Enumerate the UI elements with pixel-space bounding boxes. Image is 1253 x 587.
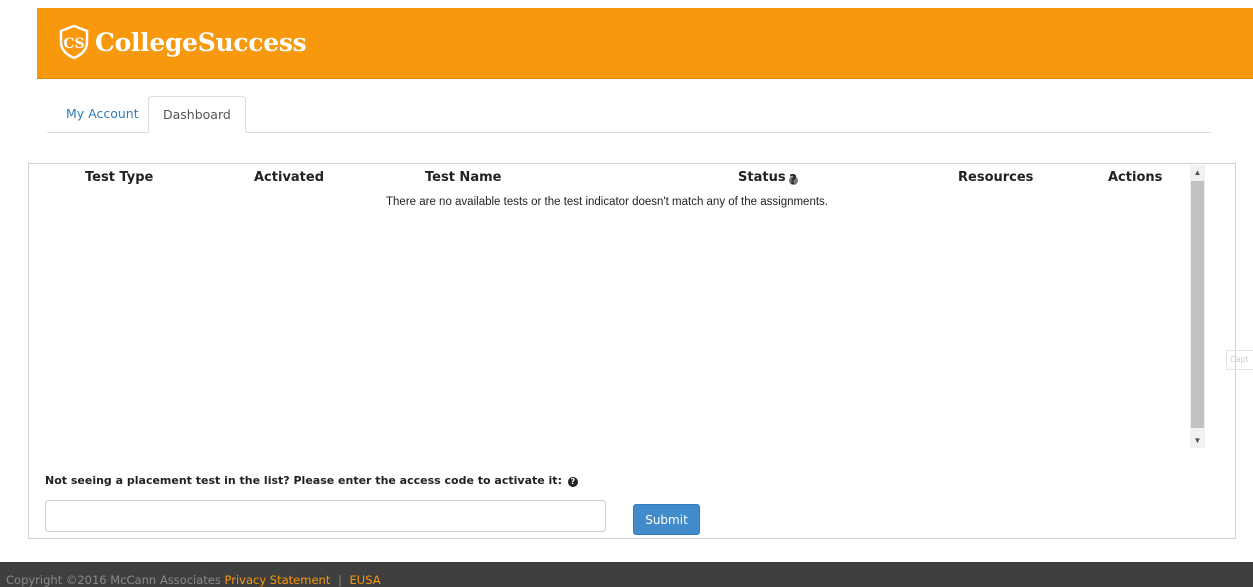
- scroll-up-arrow-icon[interactable]: ▲: [1190, 165, 1205, 180]
- svg-text:CS: CS: [63, 36, 84, 52]
- copyright-text: Copyright ©2016 McCann Associates: [6, 573, 221, 587]
- app-header: CS CollegeSuccess: [37, 8, 1253, 79]
- footer-separator: |: [337, 573, 342, 587]
- page-footer: Copyright ©2016 McCann Associates Privac…: [0, 562, 1253, 587]
- column-header-actions: Actions: [1108, 170, 1163, 185]
- access-code-prompt: Not seeing a placement test in the list?…: [45, 474, 578, 487]
- column-header-test-name: Test Name: [425, 170, 502, 185]
- access-code-input[interactable]: [45, 500, 606, 532]
- column-header-test-type: Test Type: [85, 170, 154, 185]
- status-label: Status: [738, 170, 786, 185]
- tab-bar: My Account Dashboard: [47, 96, 1211, 133]
- question-circle-icon[interactable]: ?: [788, 174, 798, 187]
- empty-table-message: There are no available tests or the test…: [386, 196, 828, 208]
- column-header-resources: Resources: [958, 170, 1034, 185]
- column-header-activated: Activated: [254, 170, 325, 185]
- scroll-down-arrow-icon[interactable]: ▼: [1190, 433, 1205, 448]
- dashboard-panel: Test Type Activated Test Name Status? Re…: [28, 163, 1236, 539]
- tab-my-account[interactable]: My Account: [52, 96, 153, 132]
- shield-cs-logo-icon: CS: [57, 24, 91, 60]
- brand-logo[interactable]: CS CollegeSuccess: [57, 22, 307, 62]
- eusa-link[interactable]: EUSA: [350, 573, 381, 587]
- access-code-label: Not seeing a placement test in the list?…: [45, 474, 562, 487]
- side-feedback-tab[interactable]: Capt: [1226, 350, 1253, 370]
- table-scrollbar[interactable]: ▲ ▼: [1190, 165, 1205, 448]
- question-circle-icon[interactable]: ?: [567, 477, 578, 487]
- submit-button[interactable]: Submit: [633, 504, 700, 535]
- privacy-statement-link[interactable]: Privacy Statement: [225, 573, 331, 587]
- scrollbar-thumb[interactable]: [1191, 181, 1204, 428]
- brand-name: CollegeSuccess: [95, 27, 307, 57]
- column-header-status: Status?: [738, 170, 798, 187]
- tab-dashboard[interactable]: Dashboard: [148, 96, 246, 133]
